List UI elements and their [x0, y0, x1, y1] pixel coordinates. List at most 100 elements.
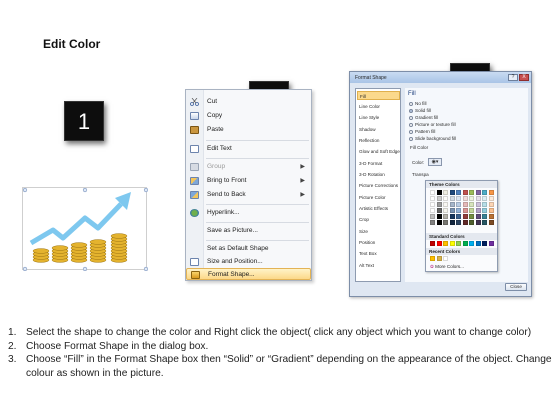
color-swatch[interactable] — [443, 220, 448, 225]
category-picture-color[interactable]: Picture Color — [359, 193, 400, 202]
color-swatch[interactable] — [456, 214, 461, 219]
radio-gradient-fill[interactable]: Gradient fill — [409, 115, 438, 121]
category-line-style[interactable]: Line Style — [359, 113, 400, 122]
color-swatch[interactable] — [469, 220, 474, 225]
category-position[interactable]: Position — [359, 238, 400, 247]
radio-no-fill[interactable]: No fill — [409, 101, 427, 107]
color-swatch[interactable] — [449, 202, 455, 207]
menu-item-save-as-picture[interactable]: Save as Picture... — [186, 225, 311, 237]
category-text-box[interactable]: Text Box — [359, 249, 400, 258]
category-3d-rotation[interactable]: 3-D Rotation — [359, 170, 400, 179]
color-swatch[interactable] — [482, 202, 487, 207]
color-swatch[interactable] — [443, 208, 448, 213]
color-swatch[interactable] — [475, 208, 481, 213]
color-swatch[interactable] — [469, 208, 474, 213]
color-swatch[interactable] — [462, 241, 468, 246]
color-swatch[interactable] — [443, 202, 448, 207]
color-swatch[interactable] — [456, 208, 461, 213]
color-swatch[interactable] — [436, 214, 442, 219]
color-swatch[interactable] — [488, 202, 494, 207]
color-swatch[interactable] — [488, 214, 494, 219]
color-swatch[interactable] — [443, 256, 448, 261]
color-swatch[interactable] — [430, 202, 435, 207]
color-swatch[interactable] — [449, 220, 455, 225]
radio-picture-texture-fill[interactable]: Picture or texture fill — [409, 122, 456, 128]
color-swatch[interactable] — [488, 220, 494, 225]
menu-item-size-position[interactable]: Size and Position... — [186, 256, 311, 268]
color-swatch[interactable] — [482, 196, 487, 201]
menu-item-hyperlink[interactable]: Hyperlink... — [186, 207, 311, 219]
menu-item-group[interactable]: Group ▶ — [186, 161, 311, 173]
color-swatch[interactable] — [462, 208, 468, 213]
category-line-color[interactable]: Line Color — [359, 102, 400, 111]
help-button[interactable]: ? — [508, 74, 518, 81]
menu-item-set-default-shape[interactable]: Set as Default Shape — [186, 243, 311, 255]
color-swatch[interactable] — [443, 214, 448, 219]
color-swatch[interactable] — [475, 202, 481, 207]
category-picture-corrections[interactable]: Picture Corrections — [359, 181, 400, 190]
color-swatch[interactable] — [430, 214, 435, 219]
category-artistic-effects[interactable]: Artistic Effects — [359, 204, 400, 213]
category-size[interactable]: Size — [359, 227, 400, 236]
menu-item-paste[interactable]: Paste — [186, 124, 311, 136]
color-swatch[interactable] — [436, 241, 442, 246]
color-swatch[interactable] — [482, 208, 487, 213]
color-swatch[interactable] — [430, 256, 435, 261]
menu-item-copy[interactable]: Copy — [186, 110, 311, 122]
color-swatch[interactable] — [469, 214, 474, 219]
color-swatch[interactable] — [436, 196, 442, 201]
color-swatch[interactable] — [443, 241, 448, 246]
color-swatch[interactable] — [482, 214, 487, 219]
color-swatch[interactable] — [449, 190, 455, 195]
color-swatch[interactable] — [449, 196, 455, 201]
category-reflection[interactable]: Reflection — [359, 136, 400, 145]
color-swatch[interactable] — [449, 208, 455, 213]
color-swatch[interactable] — [430, 190, 435, 195]
color-swatch[interactable] — [430, 208, 435, 213]
category-alt-text[interactable]: Alt Text — [359, 261, 400, 270]
color-swatch[interactable] — [488, 196, 494, 201]
color-swatch[interactable] — [436, 256, 442, 261]
menu-item-format-shape[interactable]: Format Shape... — [186, 268, 311, 280]
radio-pattern-fill[interactable]: Pattern fill — [409, 129, 435, 135]
dialog-titlebar[interactable]: Format Shape ? X — [350, 72, 531, 83]
color-swatch[interactable] — [443, 196, 448, 201]
menu-item-bring-to-front[interactable]: Bring to Front ▶ — [186, 175, 311, 187]
more-colors-link[interactable]: ✿ More Colors... — [430, 264, 464, 270]
coin-growth-chart-shape[interactable] — [22, 183, 149, 272]
color-swatch[interactable] — [430, 241, 435, 246]
color-swatch[interactable] — [449, 214, 455, 219]
menu-item-edit-text[interactable]: Edit Text — [186, 143, 311, 155]
color-swatch[interactable] — [488, 241, 494, 246]
color-swatch[interactable] — [482, 220, 487, 225]
color-swatch[interactable] — [430, 196, 435, 201]
color-swatch[interactable] — [488, 208, 494, 213]
color-swatch[interactable] — [462, 190, 468, 195]
category-shadow[interactable]: Shadow — [359, 125, 400, 134]
menu-item-send-to-back[interactable]: Send to Back ▶ — [186, 189, 311, 201]
color-swatch[interactable] — [475, 196, 481, 201]
color-swatch[interactable] — [443, 190, 448, 195]
color-swatch[interactable] — [456, 196, 461, 201]
category-glow-soft-edges[interactable]: Glow and Soft Edges — [359, 147, 400, 156]
radio-solid-fill[interactable]: Solid fill — [409, 108, 431, 114]
color-swatch[interactable] — [482, 190, 487, 195]
color-swatch[interactable] — [482, 241, 487, 246]
color-swatch[interactable] — [462, 202, 468, 207]
color-swatch[interactable] — [469, 190, 474, 195]
color-swatch[interactable] — [456, 241, 461, 246]
color-swatch[interactable] — [462, 214, 468, 219]
color-swatch[interactable] — [436, 190, 442, 195]
category-crop[interactable]: Crop — [359, 215, 400, 224]
category-3d-format[interactable]: 3-D Format — [359, 159, 400, 168]
color-swatch[interactable] — [475, 190, 481, 195]
color-swatch[interactable] — [475, 241, 481, 246]
category-fill[interactable]: Fill — [357, 91, 400, 100]
radio-slide-background-fill[interactable]: Slide background fill — [409, 136, 456, 142]
color-swatch[interactable] — [436, 208, 442, 213]
color-swatch[interactable] — [436, 202, 442, 207]
color-swatch[interactable] — [469, 202, 474, 207]
color-swatch[interactable] — [475, 214, 481, 219]
menu-item-cut[interactable]: Cut — [186, 96, 311, 108]
color-swatch[interactable] — [456, 202, 461, 207]
